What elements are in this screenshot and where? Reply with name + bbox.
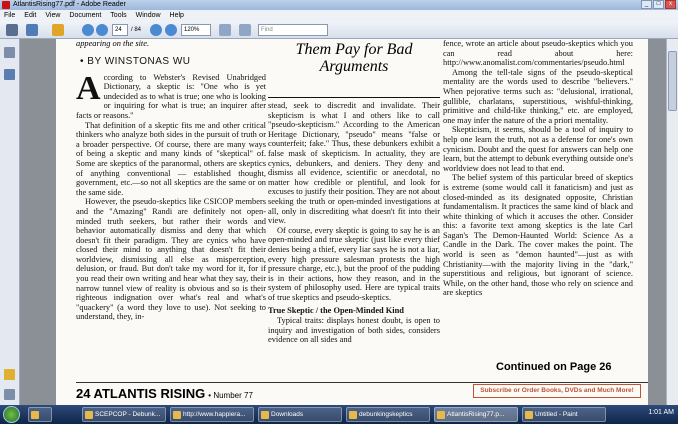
article-headline: Them Pay for Bad Arguments <box>295 41 413 75</box>
taskbar-item[interactable]: SCEPCOP - Debunk... <box>82 407 166 422</box>
zoom-select[interactable]: 120% <box>181 24 211 36</box>
print-icon[interactable] <box>6 24 18 36</box>
fit-page-icon[interactable] <box>219 24 231 36</box>
paragraph: Skepticism, it seems, should be a tool o… <box>443 125 633 173</box>
find-input[interactable]: Find <box>258 24 328 36</box>
footer-page-number: 24 <box>76 386 91 401</box>
menu-help[interactable]: Help <box>170 10 184 21</box>
paragraph: Typical traits: displays honest doubt, i… <box>268 316 440 345</box>
zoom-in-icon[interactable] <box>165 24 177 36</box>
paragraph: However, the pseudo-skeptics like CSICOP… <box>76 197 266 322</box>
section-subhead: True Skeptic / the Open-Minded Kind <box>268 306 404 316</box>
paragraph: fence, wrote an article about pseudo-ske… <box>443 39 633 68</box>
menu-file[interactable]: File <box>4 10 15 21</box>
menu-document[interactable]: Document <box>69 10 101 21</box>
taskbar-item-active[interactable]: AtlantisRising77.p... <box>434 407 518 422</box>
maximize-button[interactable]: □ <box>653 0 664 9</box>
navigation-pane <box>0 39 20 405</box>
taskbar-item[interactable]: debunkingskeptics <box>346 407 430 422</box>
window-controls: _ □ x <box>641 0 676 9</box>
email-icon[interactable] <box>26 24 38 36</box>
start-button[interactable] <box>3 406 20 423</box>
paragraph: Of course, every skeptic is going to say… <box>268 225 440 302</box>
paragraph: Among the tell-tale signs of the pseudo-… <box>443 67 633 125</box>
paragraph: stead, seek to discredit and invalidate.… <box>268 101 440 226</box>
intro-text: appearing on the site. <box>76 39 150 48</box>
article-column-3: fence, wrote an article about pseudo-ske… <box>443 39 633 298</box>
paragraph: The belief system of this particular bre… <box>443 173 633 298</box>
menu-bar: File Edit View Document Tools Window Hel… <box>0 10 678 21</box>
subscribe-banner[interactable]: Subscribe or Order Books, DVDs and Much … <box>473 384 641 398</box>
paragraph: ccording to Webster's Revised Unabridged… <box>76 72 266 120</box>
minimize-button[interactable]: _ <box>641 0 652 9</box>
taskbar-item[interactable]: Untitled - Paint <box>522 407 606 422</box>
continued-notice: Continued on Page 26 <box>496 361 612 373</box>
quick-launch[interactable] <box>28 407 52 422</box>
byline: • BY WINSTONAS WU <box>80 56 191 67</box>
footer-rule <box>76 382 648 383</box>
windows-taskbar: SCEPCOP - Debunk... http://www.happiera.… <box>0 405 678 424</box>
footer-brand: ATLANTIS RISING <box>93 386 206 401</box>
page-number-input[interactable]: 24 <box>112 24 128 36</box>
vertical-scrollbar[interactable] <box>666 39 678 405</box>
page-total: / 84 <box>131 27 142 33</box>
pdf-page: appearing on the site. Them Pay for Bad … <box>56 39 648 405</box>
page-footer: 24 ATLANTIS RISING • Number 77 <box>76 386 253 401</box>
pages-panel-icon[interactable] <box>4 47 15 58</box>
scrollbar-thumb[interactable] <box>668 51 677 111</box>
comments-panel-icon[interactable] <box>4 369 15 380</box>
system-clock: 1:01 AM <box>648 409 674 416</box>
menu-edit[interactable]: Edit <box>24 10 36 21</box>
adobe-reader-icon <box>2 1 10 9</box>
taskbar-item[interactable]: http://www.happiera... <box>170 407 254 422</box>
toolbar: 24 / 84 120% Find <box>0 21 678 39</box>
window-title: AtlantisRising77.pdf - Adobe Reader <box>13 1 126 8</box>
headline-rule <box>268 97 440 98</box>
close-button[interactable]: x <box>665 0 676 9</box>
drop-cap: A <box>76 69 101 107</box>
footer-issue: • Number 77 <box>208 391 253 400</box>
taskbar-item[interactable]: Downloads <box>258 407 342 422</box>
article-column-2: stead, seek to discredit and invalidate.… <box>268 101 440 345</box>
menu-tools[interactable]: Tools <box>110 10 126 21</box>
attachments-panel-icon[interactable] <box>4 69 15 80</box>
next-page-icon[interactable] <box>96 24 108 36</box>
document-viewer[interactable]: appearing on the site. Them Pay for Bad … <box>20 39 666 405</box>
article-column-1: • BY WINSTONAS WU According to Webster's… <box>76 57 266 322</box>
menu-window[interactable]: Window <box>136 10 161 21</box>
fit-width-icon[interactable] <box>239 24 251 36</box>
zoom-out-icon[interactable] <box>150 24 162 36</box>
window-titlebar: AtlantisRising77.pdf - Adobe Reader _ □ … <box>0 0 678 10</box>
menu-view[interactable]: View <box>45 10 60 21</box>
previous-page-icon[interactable] <box>82 24 94 36</box>
save-icon[interactable] <box>52 24 64 36</box>
paperclip-icon[interactable] <box>4 389 15 400</box>
paragraph: That definition of a skeptic fits me and… <box>76 120 266 197</box>
